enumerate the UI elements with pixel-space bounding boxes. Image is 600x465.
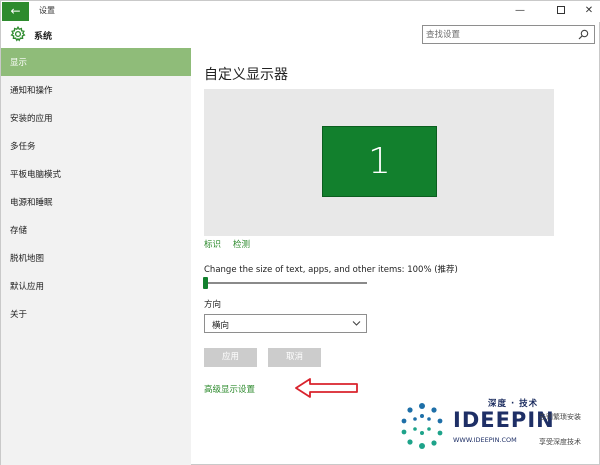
sidebar-item-label: 通知和操作 <box>10 86 53 96</box>
detect-link[interactable]: 检测 <box>233 238 250 250</box>
arrow-left-icon: ← <box>10 4 21 18</box>
scale-label: Change the size of text, apps, and other… <box>204 265 458 275</box>
sidebar-item-label: 默认应用 <box>10 282 45 292</box>
sidebar-item-label: 显示 <box>10 58 28 68</box>
section-title: 自定义显示器 <box>204 67 288 83</box>
sidebar-item-display[interactable]: 显示 <box>1 48 191 76</box>
monitor-tile[interactable]: 1 <box>322 126 437 197</box>
sidebar-item-label: 存储 <box>10 226 28 236</box>
apply-button[interactable]: 应用 <box>204 348 257 367</box>
ideepin-logo-icon <box>401 403 443 449</box>
sidebar-item-label: 电源和睡眠 <box>10 198 53 208</box>
scale-slider-track[interactable] <box>204 282 367 284</box>
close-icon: ✕ <box>584 5 594 16</box>
page-header: 系统 <box>1 22 600 48</box>
sidebar-item-tablet-mode[interactable]: 平板电脑模式 <box>1 160 191 188</box>
maximize-icon <box>557 6 565 14</box>
advanced-display-settings-link[interactable]: 高级显示设置 <box>204 383 255 395</box>
minimize-button[interactable]: — <box>505 3 535 19</box>
orientation-value: 横向 <box>212 321 230 331</box>
sidebar: 显示 通知和操作 安装的应用 多任务 平板电脑模式 电源和睡眠 存储 脱机地图 … <box>1 48 191 465</box>
red-arrow-icon <box>295 378 358 398</box>
orientation-label: 方向 <box>204 300 222 310</box>
close-button[interactable]: ✕ <box>574 3 600 19</box>
chevron-down-icon <box>352 321 361 326</box>
sidebar-item-label: 脱机地图 <box>10 254 45 264</box>
sidebar-item-label: 关于 <box>10 310 28 320</box>
title-bar: ← 设置 — ✕ <box>1 1 600 22</box>
settings-window: ← 设置 — ✕ 系统 显示 <box>0 0 600 465</box>
sidebar-item-storage[interactable]: 存储 <box>1 216 191 244</box>
sidebar-item-notifications[interactable]: 通知和操作 <box>1 76 191 104</box>
page-title: 系统 <box>34 32 53 42</box>
sidebar-item-offline-maps[interactable]: 脱机地图 <box>1 244 191 272</box>
scale-slider-thumb[interactable] <box>203 277 208 289</box>
watermark-url: WWW.IDEEPIN.COM <box>453 436 517 444</box>
minimize-icon: — <box>515 5 525 16</box>
display-preview: 1 <box>204 89 554 236</box>
sidebar-item-label: 多任务 <box>10 142 36 152</box>
watermark-tagline-2: 享受深度技术 <box>539 438 581 446</box>
sidebar-item-multitasking[interactable]: 多任务 <box>1 132 191 160</box>
watermark-tagline-1: 告别繁琐安装 <box>539 413 581 421</box>
sidebar-item-label: 平板电脑模式 <box>10 170 62 180</box>
sidebar-item-label: 安装的应用 <box>10 114 53 124</box>
watermark: 深度 · 技术 IDEEPIN WWW.IDEEPIN.COM 告别繁琐安装 享… <box>396 396 600 465</box>
sidebar-item-power-sleep[interactable]: 电源和睡眠 <box>1 188 191 216</box>
search-input[interactable] <box>426 27 576 42</box>
sidebar-item-installed-apps[interactable]: 安装的应用 <box>1 104 191 132</box>
sidebar-item-about[interactable]: 关于 <box>1 300 191 328</box>
sidebar-item-default-apps[interactable]: 默认应用 <box>1 272 191 300</box>
identify-link[interactable]: 标识 <box>204 238 221 250</box>
search-icon[interactable] <box>578 29 589 40</box>
back-button[interactable]: ← <box>2 2 29 21</box>
search-box[interactable] <box>422 25 595 44</box>
window-title: 设置 <box>39 6 55 15</box>
maximize-button[interactable] <box>546 3 576 19</box>
cancel-button[interactable]: 取消 <box>268 348 321 367</box>
orientation-select[interactable]: 横向 <box>204 314 367 333</box>
gear-icon <box>10 26 26 42</box>
